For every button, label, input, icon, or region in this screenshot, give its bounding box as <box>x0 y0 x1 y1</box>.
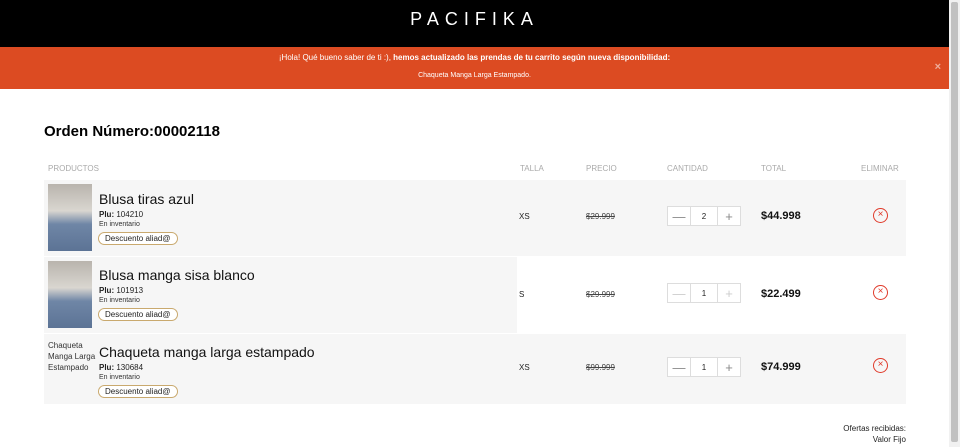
size-value: XS <box>519 363 530 372</box>
order-label: Orden Número: <box>44 123 155 140</box>
product-image-alt[interactable]: Chaqueta Manga Larga Estampado <box>48 340 96 373</box>
line-total: $74.999 <box>761 361 801 373</box>
header-talla: TALLA <box>520 164 544 173</box>
banner-message: ¡Hola! Qué bueno saber de ti :), hemos a… <box>0 53 949 62</box>
quantity-stepper: — 1 + <box>667 283 741 303</box>
product-plu: Plu: 101913 <box>99 286 143 295</box>
header-eliminar: ELIMINAR <box>861 164 899 173</box>
size-value: S <box>519 290 525 299</box>
stock-status: En inventario <box>99 297 140 304</box>
plu-value: 130684 <box>116 363 144 372</box>
header-cantidad: CANTIDAD <box>667 164 708 173</box>
line-total: $22.499 <box>761 288 801 300</box>
increase-button[interactable]: + <box>718 207 740 225</box>
page-title: Orden Número:00002118 <box>44 123 220 140</box>
product-name[interactable]: Blusa tiras azul <box>99 191 194 207</box>
quantity-stepper: — 1 + <box>667 357 741 377</box>
decrease-button[interactable]: — <box>668 358 690 376</box>
discount-badge[interactable]: Descuento aliad@ <box>98 232 178 245</box>
product-name[interactable]: Blusa manga sisa blanco <box>99 267 255 283</box>
decrease-button[interactable]: — <box>668 207 690 225</box>
product-name[interactable]: Chaqueta manga larga estampado <box>99 344 315 360</box>
banner-close-icon[interactable]: × <box>935 61 941 73</box>
availability-banner: ¡Hola! Qué bueno saber de ti :), hemos a… <box>0 47 949 89</box>
plu-label: Plu: <box>99 210 115 219</box>
table-row: Blusa manga sisa blanco Plu: 101913 En i… <box>44 257 906 333</box>
line-total: $44.998 <box>761 210 801 222</box>
decrease-button[interactable]: — <box>668 284 690 302</box>
banner-message-bold: hemos actualizado las prendas de tu carr… <box>393 53 671 62</box>
product-plu: Plu: 104210 <box>99 210 143 219</box>
banner-item: Chaqueta Manga Larga Estampado. <box>418 72 531 79</box>
brand-logo[interactable]: PACIFIKA <box>0 9 949 30</box>
quantity-value[interactable]: 2 <box>690 207 718 225</box>
stock-status: En inventario <box>99 374 140 381</box>
product-plu: Plu: 130684 <box>99 363 143 372</box>
discount-badge[interactable]: Descuento aliad@ <box>98 385 178 398</box>
offers-summary: Ofertas recibidas: Valor Fijo <box>843 423 906 445</box>
delete-icon[interactable]: × <box>873 208 888 223</box>
increase-button[interactable]: + <box>718 284 740 302</box>
product-image[interactable] <box>48 261 92 328</box>
delete-icon[interactable]: × <box>873 358 888 373</box>
banner-message-plain: ¡Hola! Qué bueno saber de ti :), <box>278 53 394 62</box>
delete-icon[interactable]: × <box>873 285 888 300</box>
table-row: Blusa tiras azul Plu: 104210 En inventar… <box>44 180 906 256</box>
header-productos: PRODUCTOS <box>48 164 99 173</box>
plu-value: 101913 <box>116 286 144 295</box>
original-price: $29.999 <box>586 290 615 299</box>
product-image[interactable] <box>48 184 92 251</box>
quantity-value[interactable]: 1 <box>690 358 718 376</box>
stock-status: En inventario <box>99 221 140 228</box>
scrollbar-thumb[interactable] <box>951 2 958 442</box>
quantity-stepper: — 2 + <box>667 206 741 226</box>
top-bar: PACIFIKA <box>0 0 949 47</box>
table-row: Chaqueta Manga Larga Estampado Chaqueta … <box>44 334 906 404</box>
increase-button[interactable]: + <box>718 358 740 376</box>
quantity-value[interactable]: 1 <box>690 284 718 302</box>
plu-value: 104210 <box>116 210 144 219</box>
discount-badge[interactable]: Descuento aliad@ <box>98 308 178 321</box>
plu-label: Plu: <box>99 286 115 295</box>
original-price: $29.999 <box>586 212 615 221</box>
original-price: $99.999 <box>586 363 615 372</box>
page-scrollbar[interactable] <box>949 0 960 447</box>
plu-label: Plu: <box>99 363 115 372</box>
offers-value: Valor Fijo <box>872 435 906 444</box>
offers-label: Ofertas recibidas: <box>843 424 906 433</box>
header-total: TOTAL <box>761 164 787 173</box>
order-number: 00002118 <box>154 123 220 140</box>
header-precio: PRECIO <box>586 164 617 173</box>
size-value: XS <box>519 212 530 221</box>
